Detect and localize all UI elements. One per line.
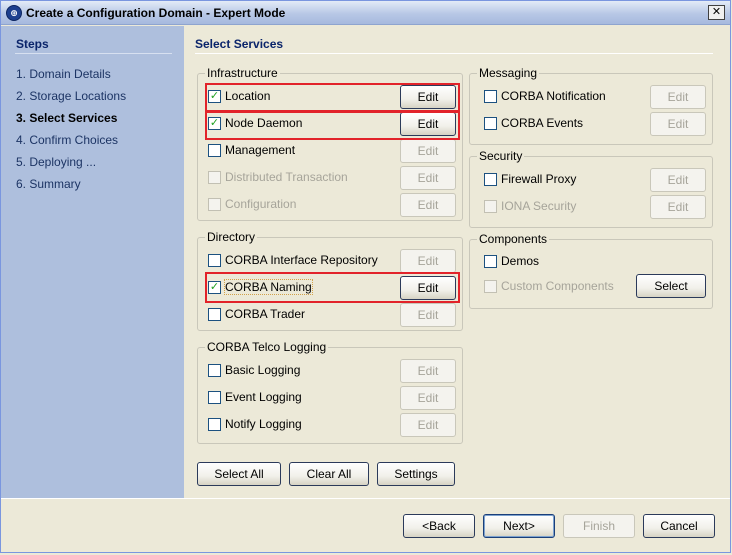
corba-naming-label: CORBA Naming: [224, 279, 313, 295]
demos-checkbox[interactable]: [484, 255, 497, 268]
corba-events-label: CORBA Events: [501, 116, 584, 130]
step-deploying: 5. Deploying ...: [16, 155, 97, 169]
corba-events-edit-button[interactable]: Edit: [650, 112, 706, 136]
corba-notification-checkbox[interactable]: [484, 90, 497, 103]
footer-divider: [1, 498, 730, 499]
wizard-window: ⊕ Create a Configuration Domain - Expert…: [0, 0, 731, 553]
management-edit-button[interactable]: Edit: [400, 139, 456, 163]
app-icon: ⊕: [6, 5, 22, 21]
interface-repository-label: CORBA Interface Repository: [225, 253, 378, 267]
security-group: Security Firewall Proxy Edit IONA Securi…: [469, 149, 713, 228]
node-daemon-edit-button[interactable]: Edit: [400, 112, 456, 136]
security-label: Security: [477, 149, 525, 163]
basic-logging-label: Basic Logging: [225, 363, 301, 377]
corba-naming-checkbox[interactable]: ✓: [208, 281, 221, 294]
event-logging-checkbox[interactable]: [208, 391, 221, 404]
components-label: Components: [477, 232, 550, 246]
window-title: Create a Configuration Domain - Expert M…: [26, 6, 286, 20]
management-label: Management: [225, 143, 296, 157]
title-divider: [195, 53, 713, 54]
step-confirm-choices: 4. Confirm Choices: [16, 133, 119, 147]
management-checkbox[interactable]: [208, 144, 221, 157]
finish-button[interactable]: Finish: [563, 514, 635, 538]
infrastructure-group: Infrastructure ✓ Location Edit ✓ Node Da…: [197, 66, 463, 221]
corba-trader-edit-button[interactable]: Edit: [400, 303, 456, 327]
firewall-proxy-checkbox[interactable]: [484, 173, 497, 186]
cancel-button[interactable]: Cancel: [643, 514, 715, 538]
telco-logging-group: CORBA Telco Logging Basic Logging Edit E…: [197, 340, 463, 444]
node-daemon-label: Node Daemon: [225, 116, 303, 130]
iona-security-checkbox[interactable]: [484, 200, 497, 213]
corba-notification-label: CORBA Notification: [501, 89, 606, 103]
steps-panel: Steps 1. Domain Details 2. Storage Locat…: [1, 26, 184, 498]
step-summary: 6. Summary: [16, 177, 81, 191]
distributed-transaction-checkbox[interactable]: [208, 171, 221, 184]
notify-logging-checkbox[interactable]: [208, 418, 221, 431]
custom-components-checkbox[interactable]: [484, 280, 497, 293]
corba-naming-edit-button[interactable]: Edit: [400, 276, 456, 300]
title-bar: ⊕ Create a Configuration Domain - Expert…: [1, 1, 730, 25]
step-select-services: 3. Select Services: [16, 111, 118, 125]
basic-logging-edit-button[interactable]: Edit: [400, 359, 456, 383]
telco-logging-label: CORBA Telco Logging: [205, 340, 329, 354]
basic-logging-checkbox[interactable]: [208, 364, 221, 377]
location-label: Location: [225, 89, 271, 103]
notify-logging-label: Notify Logging: [225, 417, 302, 431]
page-title: Select Services: [195, 37, 284, 51]
close-button[interactable]: ✕: [708, 5, 725, 20]
directory-group: Directory CORBA Interface Repository Edi…: [197, 230, 463, 331]
iona-security-edit-button[interactable]: Edit: [650, 195, 706, 219]
settings-button[interactable]: Settings: [377, 462, 455, 486]
steps-divider: [15, 53, 172, 54]
messaging-group: Messaging CORBA Notification Edit CORBA …: [469, 66, 713, 145]
components-group: Components Demos Custom Components Selec…: [469, 232, 713, 309]
configuration-checkbox[interactable]: [208, 198, 221, 211]
back-button[interactable]: <Back: [403, 514, 475, 538]
close-icon: ✕: [711, 6, 722, 18]
step-domain-details: 1. Domain Details: [16, 67, 111, 81]
configuration-label: Configuration: [225, 197, 297, 211]
demos-label: Demos: [501, 254, 540, 268]
distributed-transaction-label: Distributed Transaction: [225, 170, 348, 184]
directory-label: Directory: [205, 230, 258, 244]
corba-trader-label: CORBA Trader: [225, 307, 306, 321]
firewall-proxy-edit-button[interactable]: Edit: [650, 168, 706, 192]
event-logging-label: Event Logging: [225, 390, 302, 404]
corba-notification-edit-button[interactable]: Edit: [650, 85, 706, 109]
messaging-label: Messaging: [477, 66, 540, 80]
select-components-button[interactable]: Select: [636, 274, 706, 298]
step-storage-locations: 2. Storage Locations: [16, 89, 127, 103]
distributed-transaction-edit-button[interactable]: Edit: [400, 166, 456, 190]
infrastructure-label: Infrastructure: [205, 66, 280, 80]
event-logging-edit-button[interactable]: Edit: [400, 386, 456, 410]
next-button[interactable]: Next>: [483, 514, 555, 538]
corba-events-checkbox[interactable]: [484, 117, 497, 130]
steps-heading: Steps: [16, 37, 49, 51]
interface-repository-edit-button[interactable]: Edit: [400, 249, 456, 273]
clear-all-button[interactable]: Clear All: [289, 462, 369, 486]
location-edit-button[interactable]: Edit: [400, 85, 456, 109]
select-all-button[interactable]: Select All: [197, 462, 281, 486]
corba-trader-checkbox[interactable]: [208, 308, 221, 321]
interface-repository-checkbox[interactable]: [208, 254, 221, 267]
iona-security-label: IONA Security: [501, 199, 577, 213]
firewall-proxy-label: Firewall Proxy: [501, 172, 577, 186]
notify-logging-edit-button[interactable]: Edit: [400, 413, 456, 437]
configuration-edit-button[interactable]: Edit: [400, 193, 456, 217]
location-checkbox[interactable]: ✓: [208, 90, 221, 103]
node-daemon-checkbox[interactable]: ✓: [208, 117, 221, 130]
custom-components-label: Custom Components: [501, 279, 614, 293]
